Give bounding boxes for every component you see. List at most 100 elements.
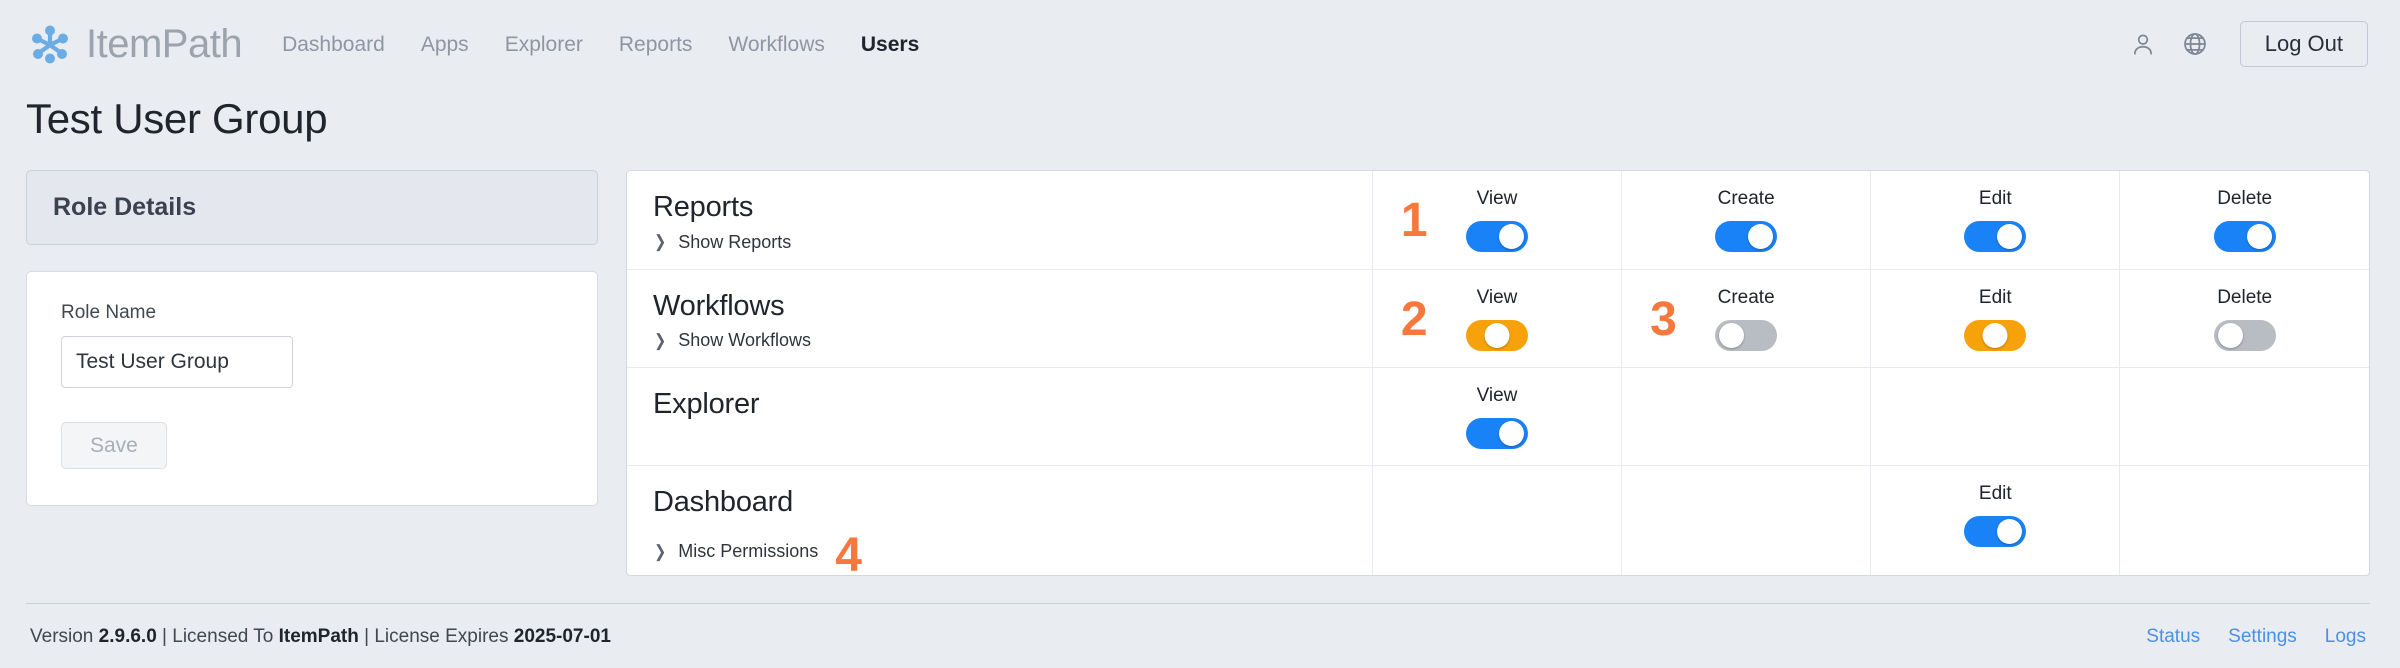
nav-link-dashboard[interactable]: Dashboard [282,34,385,55]
toggle-workflows-create[interactable] [1715,319,1778,351]
permissions-table: Reports ❯ Show Reports 1 View Create Edi… [627,171,2369,575]
licensed-to-value: ItemPath [278,626,359,647]
annotation-marker-4: 4 [835,529,862,577]
nav-link-workflows[interactable]: Workflows [728,34,824,55]
nav-right-actions: Log Out [2126,21,2368,67]
permission-cell-delete: Delete [2119,171,2369,270]
permission-cell-empty [1372,465,1621,575]
brand-name: ItemPath [86,22,243,66]
toggle-reports-delete[interactable] [2213,221,2276,253]
nav-link-reports[interactable]: Reports [619,34,693,55]
role-name-label: Role Name [61,302,157,324]
expand-show-workflows[interactable]: ❯ Show Workflows [653,331,811,349]
main-content: Role Details Role Name Save [0,142,2400,585]
logout-button[interactable]: Log Out [2239,21,2368,67]
sub-section-label: Show Workflows [678,330,811,351]
module-name: Reports [653,191,754,224]
module-name: Workflows [653,289,785,322]
version-prefix: Version [30,626,94,647]
permission-label: View [1476,188,1518,210]
module-name: Dashboard [653,485,794,518]
permission-label: Delete [2217,286,2273,308]
module-name: Explorer [653,387,760,420]
page-title: Test User Group [26,95,328,142]
toggle-reports-create[interactable] [1715,221,1778,253]
permission-cell-view: View [1372,367,1622,466]
toggle-reports-view[interactable] [1465,221,1528,253]
permission-label: Edit [1978,482,2012,504]
permission-cell-create: 3 Create [1621,269,1871,368]
primary-nav-links: Dashboard Apps Explorer Reports Workflow… [282,34,919,55]
nav-link-apps[interactable]: Apps [421,34,469,55]
toggle-reports-edit[interactable] [1964,221,2027,253]
top-navigation-bar: ItemPath Dashboard Apps Explorer Reports… [0,0,2400,88]
permission-module-cell: Explorer [627,367,1373,466]
chevron-right-icon: ❯ [654,232,667,252]
role-name-input[interactable] [61,336,293,389]
licensed-prefix: Licensed To [172,626,274,647]
chevron-right-icon: ❯ [654,330,667,350]
permission-cell-edit: Edit [1870,171,2120,270]
permission-label: Delete [2217,188,2273,210]
permission-cell-empty [2119,367,2369,466]
permission-label: View [1476,384,1518,406]
permission-label: Create [1717,188,1775,210]
permission-cell-edit: Edit [1871,465,2120,575]
permissions-table-body: Reports ❯ Show Reports 1 View Create Edi… [627,171,2369,575]
table-row: Dashboard ❯ Misc Permissions 4 Edit [627,465,2369,575]
permission-cell-create: Create [1621,171,1871,270]
table-row: Reports ❯ Show Reports 1 View Create Edi… [627,171,2369,270]
brand-logo[interactable]: ItemPath [26,20,243,68]
table-row: Workflows ❯ Show Workflows 2 View 3 Crea… [627,269,2369,368]
footer-license-info: Version 2.9.6.0 | Licensed To ItemPath |… [30,626,611,648]
permission-label: Create [1717,286,1775,308]
footer-link-logs[interactable]: Logs [2325,626,2366,648]
role-details-panel: Role Details Role Name Save [26,170,598,507]
permission-cell-delete: Delete [2119,269,2369,368]
toggle-workflows-edit[interactable] [1964,319,2027,351]
nav-link-explorer[interactable]: Explorer [505,34,583,55]
toggle-workflows-view[interactable] [1465,319,1528,351]
sub-section-label: Misc Permissions [678,541,819,562]
permission-label: Edit [1978,286,2012,308]
footer-separator: | [162,626,167,647]
table-row: Explorer View [627,367,2369,466]
permission-cell-edit: Edit [1870,269,2120,368]
annotation-marker-2: 2 [1400,292,1428,346]
permission-cell-empty [1621,367,1871,466]
permission-cell-empty [1622,465,1871,575]
version-value: 2.9.6.0 [98,626,157,647]
permission-module-cell: Dashboard ❯ Misc Permissions 4 [627,465,1372,575]
role-details-header: Role Details [26,170,598,246]
role-details-form: Role Name Save [26,271,598,507]
sub-section-label: Show Reports [678,231,792,252]
permissions-table-container: Reports ❯ Show Reports 1 View Create Edi… [626,170,2370,577]
toggle-workflows-delete[interactable] [2213,319,2276,351]
expand-misc-permissions[interactable]: ❯ Misc Permissions 4 [653,527,862,576]
expires-prefix: License Expires [374,626,509,647]
nav-link-users[interactable]: Users [861,34,919,55]
footer: Version 2.9.6.0 | Licensed To ItemPath |… [26,603,2370,668]
permission-label: View [1476,286,1518,308]
save-button[interactable]: Save [61,422,167,470]
footer-link-status[interactable]: Status [2146,626,2200,648]
permission-module-cell: Reports ❯ Show Reports [627,171,1373,270]
permission-cell-empty [1870,367,2120,466]
permission-cell-view: 2 View [1372,269,1622,368]
footer-link-settings[interactable]: Settings [2228,626,2297,648]
annotation-marker-3: 3 [1650,292,1677,346]
app-root: ItemPath Dashboard Apps Explorer Reports… [0,0,2400,668]
permission-module-cell: Workflows ❯ Show Workflows [627,269,1373,368]
footer-separator: | [364,626,370,647]
annotation-marker-1: 1 [1400,194,1428,248]
itempath-node-cluster-logo-icon [26,20,74,68]
expires-value: 2025-07-01 [513,626,611,647]
permission-label: Edit [1978,188,2012,210]
user-icon[interactable] [2126,27,2160,61]
chevron-right-icon: ❯ [654,541,667,561]
permission-cell-empty [2120,465,2369,575]
globe-icon[interactable] [2178,27,2212,61]
expand-show-reports[interactable]: ❯ Show Reports [653,233,791,251]
toggle-dashboard-edit[interactable] [1964,515,2027,547]
toggle-explorer-view[interactable] [1465,417,1528,449]
